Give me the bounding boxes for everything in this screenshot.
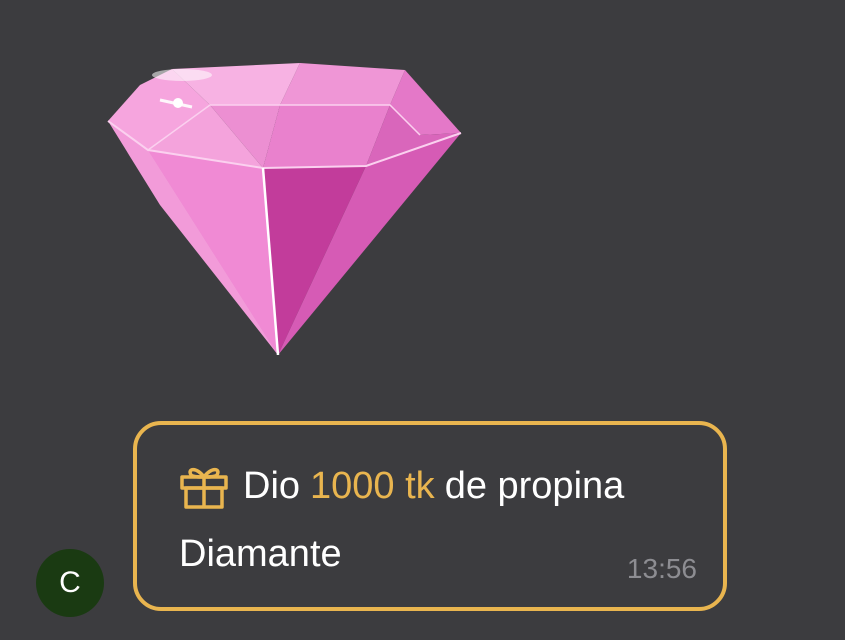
avatar-initial: C	[59, 566, 81, 599]
diamond-icon	[107, 63, 462, 355]
tip-prefix: Dio	[243, 464, 301, 507]
tip-line: Dio 1000 tk de propina	[179, 463, 624, 509]
sender-avatar[interactable]: C	[36, 549, 104, 617]
gift-name: Diamante	[179, 533, 342, 575]
tip-message-bubble[interactable]: Dio 1000 tk de propina Diamante 13:56	[133, 421, 727, 611]
tip-amount: 1000 tk	[310, 464, 435, 507]
chat-area: C Dio 1000 tk de propina Diamante 13:56	[0, 0, 845, 640]
gift-icon	[180, 467, 228, 509]
message-timestamp: 13:56	[626, 553, 697, 584]
tip-suffix: de propina	[444, 464, 625, 507]
diamond-gift-image	[100, 55, 470, 355]
